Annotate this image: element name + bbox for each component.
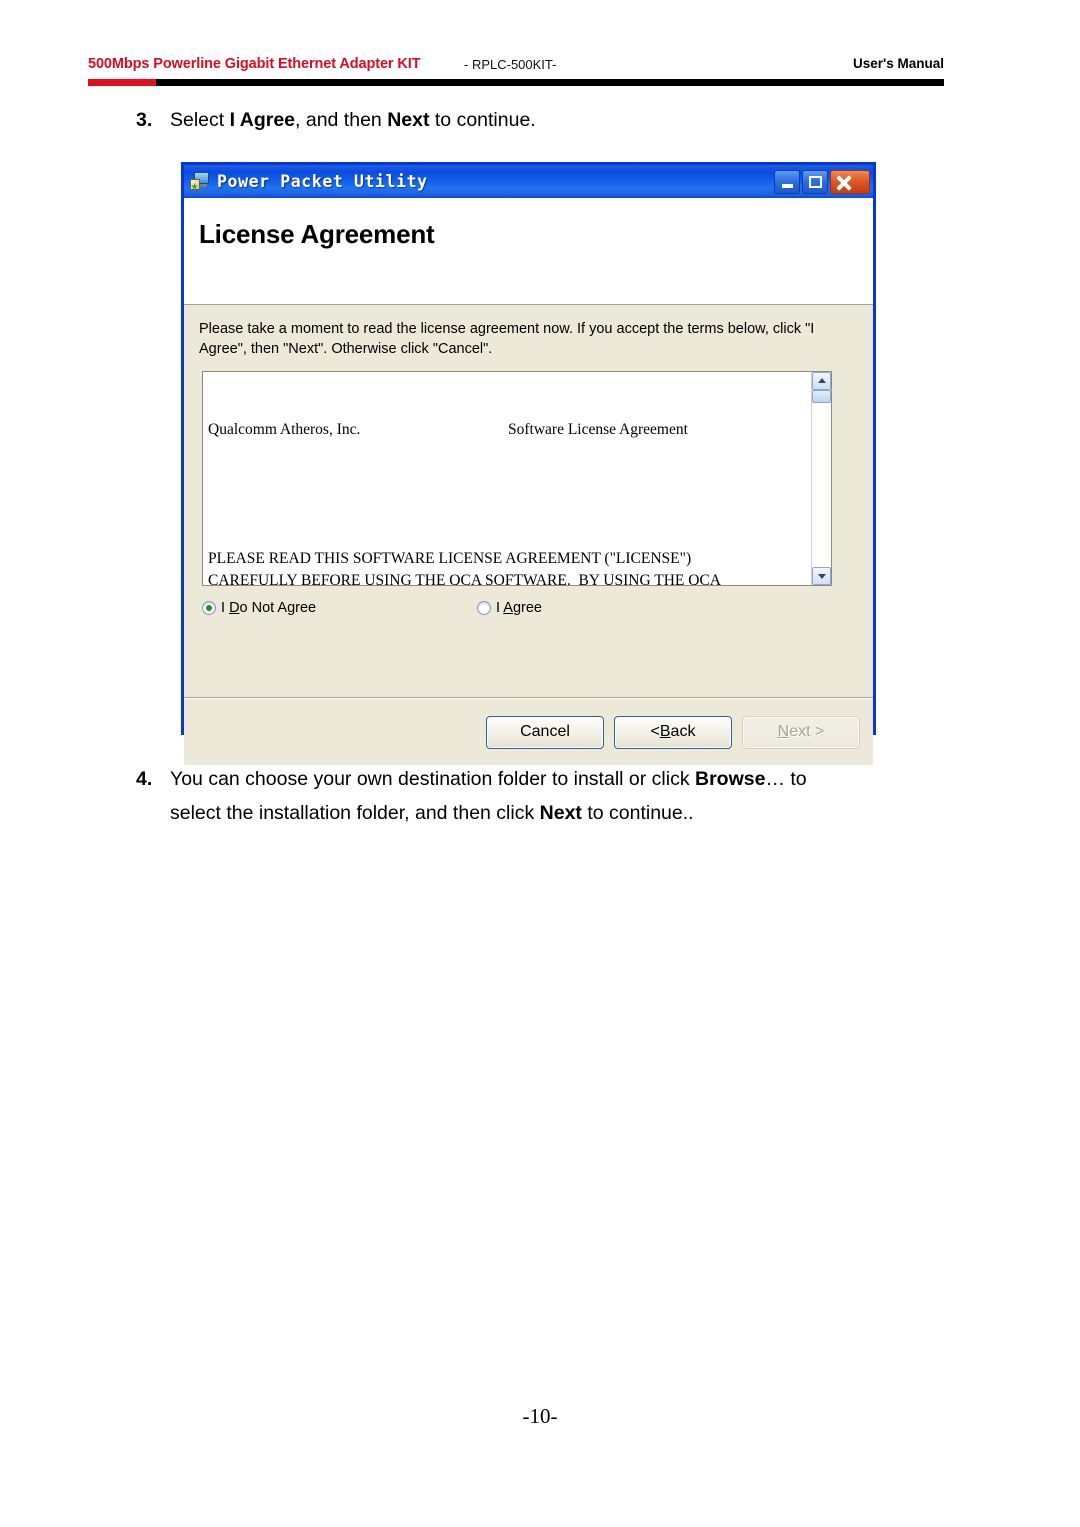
page-header: 500Mbps Powerline Gigabit Ethernet Adapt… <box>88 56 944 78</box>
close-button[interactable] <box>830 169 870 194</box>
page-number: -10- <box>522 1404 558 1428</box>
step-4-line2-part1: select the installation folder, and then… <box>170 802 540 824</box>
power-packet-utility-dialog: Power Packet Utility License Agreement P… <box>181 162 876 765</box>
step-3-part2: , and then <box>295 109 388 131</box>
header-model-number: - RPLC-500KIT- <box>464 57 557 72</box>
minimize-button[interactable] <box>774 169 800 194</box>
step-3: 3. Select I Agree, and then Next to cont… <box>136 103 936 137</box>
license-company: Qualcomm Atheros, Inc. <box>208 421 361 438</box>
cancel-button[interactable]: Cancel <box>486 715 604 749</box>
header-product-title: 500Mbps Powerline Gigabit Ethernet Adapt… <box>88 56 421 72</box>
step-3-bold-next: Next <box>387 109 430 131</box>
radio-do-not-agree[interactable]: I Do Not Agree <box>202 600 477 616</box>
footer-separator <box>184 697 873 698</box>
agreement-radio-group: I Do Not Agree I Agree <box>202 600 842 616</box>
msi-installer-icon <box>190 171 211 192</box>
maximize-button[interactable] <box>802 169 828 194</box>
license-text-content: Qualcomm Atheros, Inc. Software License … <box>203 372 811 585</box>
step-3-text: Select I Agree, and then Next to continu… <box>170 103 536 137</box>
dialog-banner: License Agreement <box>184 198 873 305</box>
radio-i-agree-indicator[interactable] <box>477 601 491 615</box>
step-3-bold-i-agree: I Agree <box>229 109 296 131</box>
header-rule-red-segment <box>88 79 156 86</box>
banner-title: License Agreement <box>199 219 435 249</box>
dialog-title: Power Packet Utility <box>217 172 428 191</box>
step-3-part3: to continue. <box>429 109 536 131</box>
step-3-number: 3. <box>136 109 153 131</box>
scrollbar-thumb[interactable] <box>812 390 831 403</box>
step-4-text: You can choose your own destination fold… <box>170 762 807 830</box>
step-4-bold-browse: Browse <box>695 768 766 790</box>
step-4-bold-next: Next <box>539 802 582 824</box>
next-button: Next > <box>742 715 860 749</box>
step-3-part1: Select <box>170 109 230 131</box>
license-doc-title: Software License Agreement <box>508 421 688 438</box>
step-4: 4. You can choose your own destination f… <box>136 762 936 830</box>
window-controls <box>774 169 870 194</box>
dialog-footer: Cancel < Back Next > <box>184 698 873 765</box>
license-scrollbar[interactable] <box>811 372 831 585</box>
back-button[interactable]: < Back <box>614 715 732 749</box>
dialog-body: Please take a moment to read the license… <box>184 305 873 698</box>
step-4-line2-part2: to continue.. <box>581 802 694 824</box>
dialog-titlebar[interactable]: Power Packet Utility <box>184 165 873 198</box>
instruction-text: Please take a moment to read the license… <box>199 321 815 357</box>
step-4-line1-part1: You can choose your own destination fold… <box>170 768 695 790</box>
header-rule <box>88 79 944 86</box>
license-textbox[interactable]: Qualcomm Atheros, Inc. Software License … <box>202 371 832 586</box>
scroll-down-icon[interactable] <box>812 567 831 585</box>
scroll-up-icon[interactable] <box>812 372 831 390</box>
scrollbar-track[interactable] <box>812 390 831 567</box>
step-4-line1-part2: … to <box>765 768 807 790</box>
license-body: PLEASE READ THIS SOFTWARE LICENSE AGREEM… <box>208 550 721 585</box>
step-4-number: 4. <box>136 768 153 790</box>
radio-do-not-agree-indicator[interactable] <box>202 601 216 615</box>
header-doc-type: User's Manual <box>853 56 944 71</box>
radio-i-agree[interactable]: I Agree <box>477 600 542 616</box>
license-heading-row: Qualcomm Atheros, Inc. Software License … <box>208 419 805 441</box>
radio-i-agree-label: I Agree <box>496 600 542 616</box>
radio-do-not-agree-label: I Do Not Agree <box>221 600 317 616</box>
